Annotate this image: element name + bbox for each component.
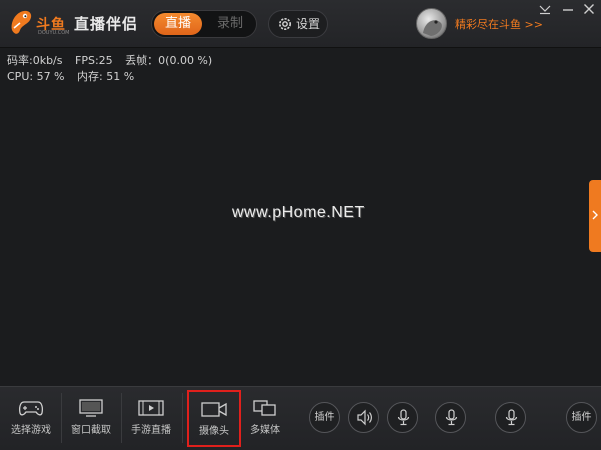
dropped-frames-stat: 丢帧：0(0.00 %)	[125, 54, 213, 67]
watermark: www.pHome.NET	[232, 204, 365, 221]
side-panel-toggle[interactable]	[589, 180, 601, 252]
speaker-button[interactable]	[348, 402, 379, 433]
microphone-button-3[interactable]	[495, 402, 526, 433]
preview-area[interactable]: 码率:0kb/s FPS:25 丢帧：0(0.00 %) CPU: 57 % 内…	[0, 49, 601, 386]
title-bar: 斗鱼 DOUYU.COM 直播伴侣 直播 录制 设置 精彩尽在斗鱼 >>	[0, 0, 601, 48]
memory-stat: 内存: 51 %	[77, 70, 135, 83]
douyu-logo: 斗鱼 DOUYU.COM	[8, 8, 70, 40]
multimedia-label: 多媒体	[250, 425, 280, 436]
window-capture-button[interactable]: 窗口截取	[62, 391, 120, 445]
microphone-icon	[397, 409, 410, 426]
play-screen-icon	[138, 400, 164, 416]
camera-button[interactable]: 摄像头	[187, 390, 241, 447]
monitor-icon	[79, 399, 103, 417]
camera-icon	[201, 402, 227, 417]
bottom-toolbar: 选择游戏 窗口截取 手游直播 摄像头 多媒体 插件 插件	[0, 386, 601, 450]
logo-subtext: DOUYU.COM	[38, 30, 70, 36]
toolbar-divider	[182, 393, 183, 443]
fps-stat: FPS:25	[75, 54, 113, 67]
chevron-right-icon	[592, 210, 598, 220]
mobile-live-label: 手游直播	[131, 425, 171, 436]
plugin-label: 插件	[571, 412, 592, 423]
microphone-button[interactable]	[387, 402, 418, 433]
cpu-stat: CPU: 57 %	[7, 70, 65, 83]
microphone-icon	[445, 409, 458, 426]
settings-label: 设置	[296, 17, 321, 31]
plugin-button-left[interactable]: 插件	[309, 402, 340, 433]
app-title: 直播伴侣	[74, 15, 139, 33]
avatar[interactable]	[416, 8, 447, 39]
gear-icon	[279, 18, 291, 30]
microphone-icon	[505, 409, 518, 426]
select-game-button[interactable]: 选择游戏	[2, 391, 60, 445]
multimedia-icon	[253, 400, 276, 416]
select-game-label: 选择游戏	[11, 425, 51, 436]
dropdown-icon[interactable]	[538, 3, 552, 15]
fish-mascot-icon	[11, 10, 32, 34]
bitrate-stat: 码率:0kb/s	[7, 54, 63, 67]
camera-label: 摄像头	[199, 426, 229, 437]
user-avatar-icon	[423, 20, 442, 36]
settings-button[interactable]: 设置	[268, 10, 328, 38]
tab-record[interactable]: 录制	[206, 13, 254, 35]
plugin-button-right[interactable]: 插件	[566, 402, 597, 433]
plugin-label: 插件	[314, 412, 335, 423]
gamepad-icon	[18, 401, 44, 416]
speaker-icon	[357, 409, 372, 426]
stats-overlay: 码率:0kb/s FPS:25 丢帧：0(0.00 %) CPU: 57 % 内…	[7, 53, 221, 85]
promo-link[interactable]: 精彩尽在斗鱼 >>	[455, 16, 543, 32]
tab-live[interactable]: 直播	[154, 13, 202, 35]
window-capture-label: 窗口截取	[71, 425, 111, 436]
minimize-icon[interactable]	[561, 3, 575, 15]
close-icon[interactable]	[582, 3, 596, 15]
mode-tab-group: 直播 录制	[151, 10, 257, 38]
multimedia-button[interactable]: 多媒体	[236, 391, 294, 445]
mobile-live-button[interactable]: 手游直播	[122, 391, 180, 445]
microphone-button-2[interactable]	[435, 402, 466, 433]
